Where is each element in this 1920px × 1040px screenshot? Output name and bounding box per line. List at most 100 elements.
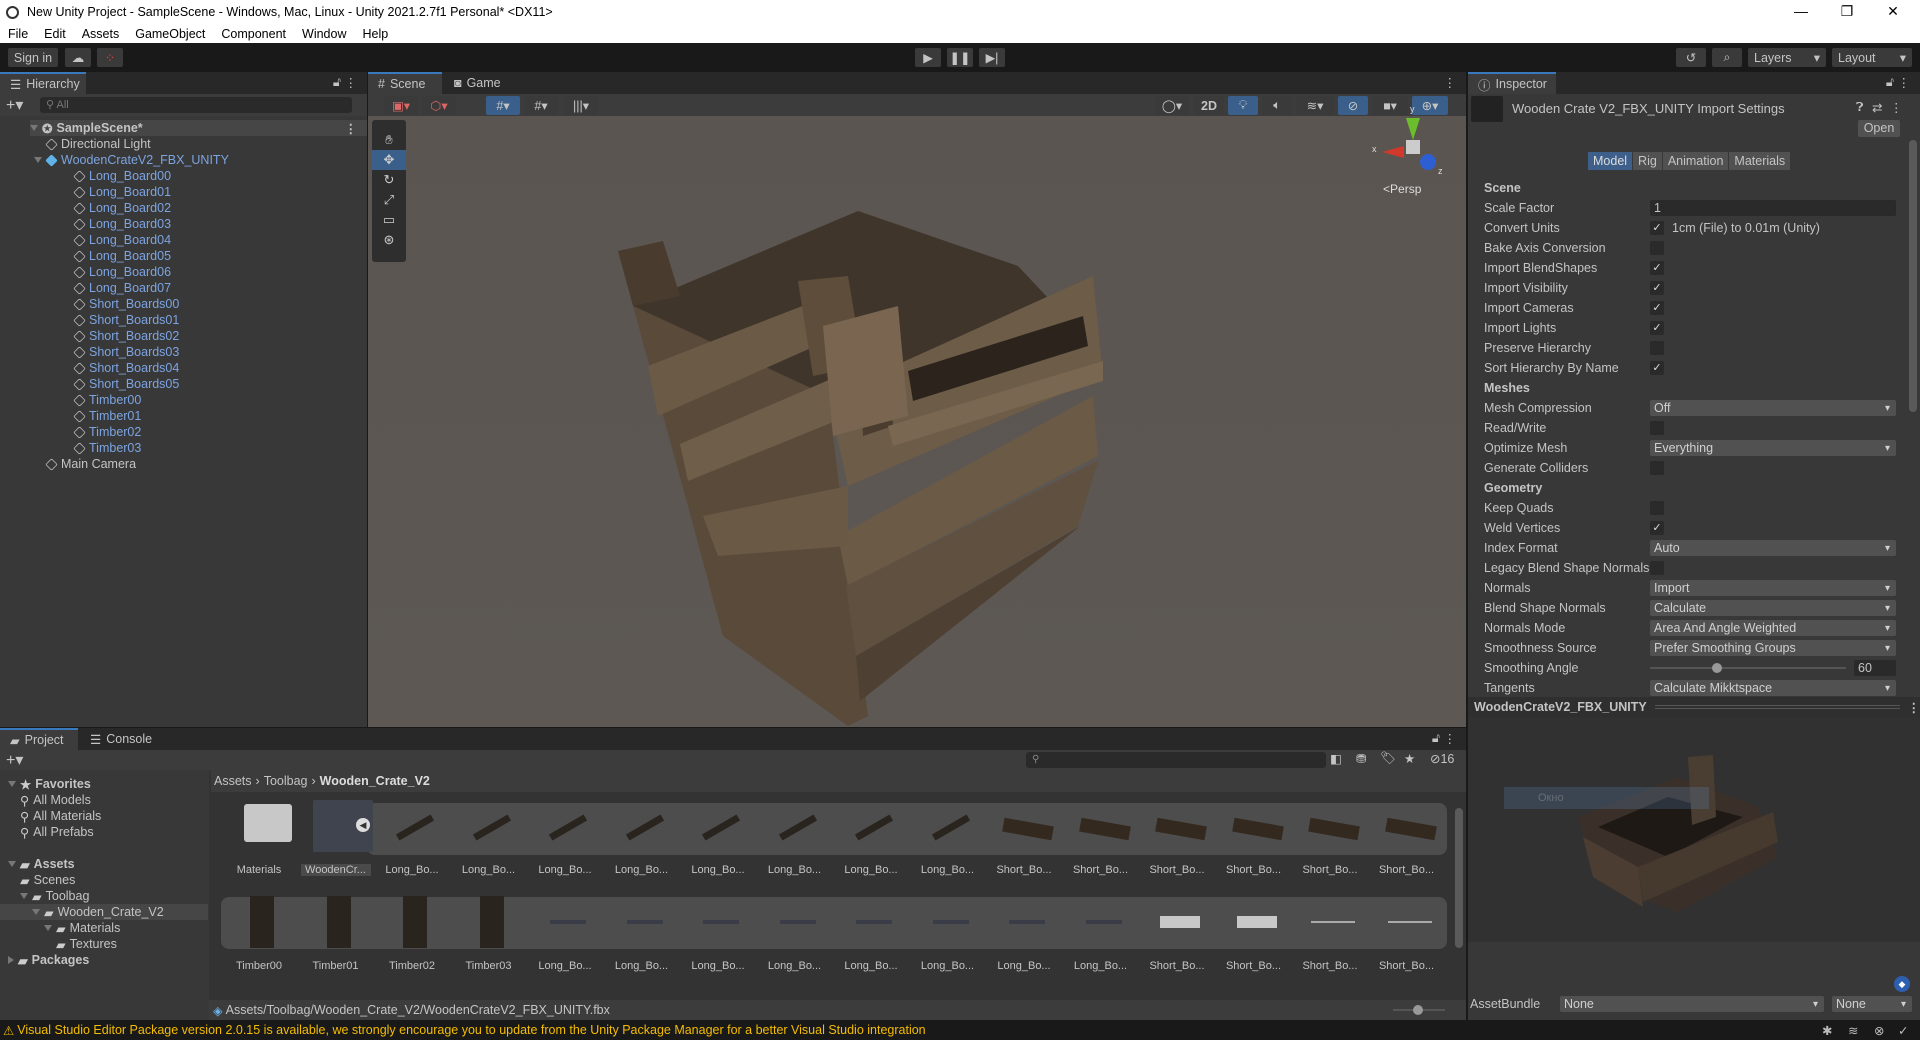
checkbox[interactable] <box>1650 421 1664 435</box>
add-icon[interactable]: +▾ <box>6 95 23 115</box>
assetbundle-variant-dropdown[interactable]: None <box>1832 996 1912 1012</box>
assetbundle-dropdown[interactable]: None <box>1560 996 1824 1012</box>
project-tree-item[interactable]: ▰ Assets <box>0 856 208 872</box>
more-icon[interactable]: ⋮ <box>1890 100 1903 115</box>
hierarchy-search-input[interactable]: ⚲ All <box>40 97 352 113</box>
preview-header[interactable]: WoodenCrateV2_FBX_UNITY ⋮ <box>1468 697 1920 717</box>
menu-edit[interactable]: Edit <box>36 27 74 41</box>
asset-item[interactable]: Long_Bo... <box>836 894 906 974</box>
scene-row[interactable]: ✪ SampleScene* ⋮ <box>30 120 367 136</box>
tab-game[interactable]: ◙ Game <box>444 72 511 94</box>
hierarchy-item[interactable]: Long_Board04 <box>73 232 367 248</box>
asset-item[interactable]: Timber01 <box>301 894 371 974</box>
expand-arrow-icon[interactable] <box>44 925 52 931</box>
dropdown[interactable]: Off <box>1650 400 1896 416</box>
sign-in-button[interactable]: Sign in <box>8 48 58 67</box>
asset-item[interactable]: Long_Bo... <box>913 894 983 974</box>
preset-icon[interactable]: ⇄ <box>1872 100 1882 115</box>
menu-assets[interactable]: Assets <box>74 27 128 41</box>
checkbox[interactable]: ✓ <box>1650 301 1664 315</box>
breadcrumb-toolbag[interactable]: Toolbag <box>264 774 308 788</box>
expand-arrow-icon[interactable] <box>30 125 38 131</box>
expand-arrow-icon[interactable] <box>8 861 16 867</box>
asset-item[interactable]: Long_Bo... <box>1066 894 1136 974</box>
hierarchy-item[interactable]: Main Camera <box>45 456 367 472</box>
tab-project[interactable]: ▰ Project <box>0 728 78 750</box>
menu-file[interactable]: File <box>0 27 36 41</box>
play-button[interactable]: ▶ <box>915 48 941 67</box>
lighting-toggle-icon[interactable]: 💡︎ <box>1228 96 1258 115</box>
layers-dropdown[interactable]: Layers ▾ <box>1748 48 1826 67</box>
debug-icon[interactable]: ✱ <box>1822 1023 1832 1038</box>
expand-collapse-icon[interactable]: ◀ <box>356 818 370 832</box>
hidden-objects-toggle-icon[interactable]: ⊘ <box>1338 96 1368 115</box>
checkbox[interactable]: ✓ <box>1650 281 1664 295</box>
gizmos-dropdown[interactable]: ⊕▾ <box>1412 96 1448 115</box>
expand-arrow-icon[interactable] <box>8 956 14 964</box>
menu-component[interactable]: Component <box>213 27 294 41</box>
menu-window[interactable]: Window <box>294 27 354 41</box>
hierarchy-item[interactable]: Short_Boards00 <box>73 296 367 312</box>
more-icon[interactable]: ⋮ <box>345 75 358 90</box>
project-tree-item[interactable]: ⚲ All Models <box>0 792 208 808</box>
asset-item[interactable]: Materials <box>224 800 294 880</box>
orientation-gizmo[interactable]: y x z <Persp <box>1368 104 1458 206</box>
project-tree-item[interactable]: ★ Favorites <box>0 776 208 792</box>
asset-item[interactable]: Short_Bo... <box>1066 800 1136 880</box>
minimize-icon[interactable]: — <box>1778 0 1824 22</box>
gizmo-x-axis-icon[interactable] <box>1382 146 1404 158</box>
hierarchy-item[interactable]: WoodenCrateV2_FBX_UNITY <box>34 152 367 168</box>
asset-item[interactable]: Long_Bo... <box>913 800 983 880</box>
asset-item[interactable]: Long_Bo... <box>530 800 600 880</box>
hierarchy-item[interactable]: Short_Boards03 <box>73 344 367 360</box>
dropdown[interactable]: Area And Angle Weighted <box>1650 620 1896 636</box>
asset-item[interactable]: Short_Bo... <box>1219 800 1289 880</box>
tab-rig[interactable]: Rig <box>1633 152 1662 170</box>
breadcrumb-assets[interactable]: Assets <box>214 774 252 788</box>
lock-icon[interactable]: 🔓︎ <box>1886 75 1894 90</box>
hierarchy-item[interactable]: Directional Light <box>45 136 367 152</box>
expand-arrow-icon[interactable] <box>34 157 42 163</box>
add-icon[interactable]: +▾ <box>6 750 23 770</box>
more-icon[interactable]: ⋮ <box>1908 700 1920 715</box>
hierarchy-item[interactable]: Short_Boards01 <box>73 312 367 328</box>
asset-item[interactable]: Long_Bo... <box>607 894 677 974</box>
asset-item[interactable]: WoodenCr... <box>300 800 373 880</box>
gizmo-z-axis-icon[interactable] <box>1420 154 1436 170</box>
slider-thumb[interactable] <box>1413 1005 1423 1015</box>
tab-hierarchy[interactable]: ☰ Hierarchy <box>0 72 86 94</box>
close-icon[interactable]: ✕ <box>1870 0 1916 22</box>
smoothing-angle-input[interactable]: 60 <box>1854 660 1896 676</box>
gizmo-center-icon[interactable] <box>1406 140 1420 154</box>
asset-item[interactable]: Short_Bo... <box>1295 894 1365 974</box>
tab-console[interactable]: ☰ Console <box>80 728 162 750</box>
project-tree-item[interactable]: ⚲ All Prefabs <box>0 824 208 840</box>
breadcrumb-wooden-crate[interactable]: Wooden_Crate_V2 <box>320 774 430 788</box>
search-icon[interactable]: ⌕ <box>1712 48 1742 67</box>
asset-item[interactable]: Long_Bo... <box>683 800 753 880</box>
scale-factor-input[interactable]: 1 <box>1650 200 1896 216</box>
collab-icon[interactable]: ⁘ <box>97 48 123 67</box>
history-icon[interactable]: ↺ <box>1676 48 1706 67</box>
hierarchy-item[interactable]: Short_Boards05 <box>73 376 367 392</box>
more-icon[interactable]: ⋮ <box>1898 75 1911 90</box>
asset-item[interactable]: Long_Bo... <box>377 800 447 880</box>
project-tree-item[interactable]: ▰ Packages <box>0 952 208 968</box>
tab-scene[interactable]: # Scene <box>368 72 442 94</box>
project-tree-item[interactable]: ▰ Textures <box>0 936 208 952</box>
asset-item[interactable]: Short_Bo... <box>989 800 1059 880</box>
asset-item[interactable]: Long_Bo... <box>530 894 600 974</box>
projection-toggle[interactable]: <Persp <box>1383 182 1421 196</box>
expand-arrow-icon[interactable] <box>8 781 16 787</box>
hierarchy-item[interactable]: Short_Boards04 <box>73 360 367 376</box>
checkbox[interactable]: ✓ <box>1650 521 1664 535</box>
more-icon[interactable]: ⋮ <box>1444 75 1457 90</box>
checkbox[interactable]: ✓ <box>1650 221 1664 235</box>
smoothing-angle-slider[interactable] <box>1650 660 1846 676</box>
hierarchy-item[interactable]: Long_Board00 <box>73 168 367 184</box>
lock-icon[interactable]: 🔓︎ <box>1432 731 1440 746</box>
dropdown[interactable]: Calculate <box>1650 600 1896 616</box>
expand-arrow-icon[interactable] <box>20 893 28 899</box>
dropdown[interactable]: Calculate Mikktspace <box>1650 680 1896 696</box>
pause-button[interactable]: ❚❚ <box>947 48 973 67</box>
